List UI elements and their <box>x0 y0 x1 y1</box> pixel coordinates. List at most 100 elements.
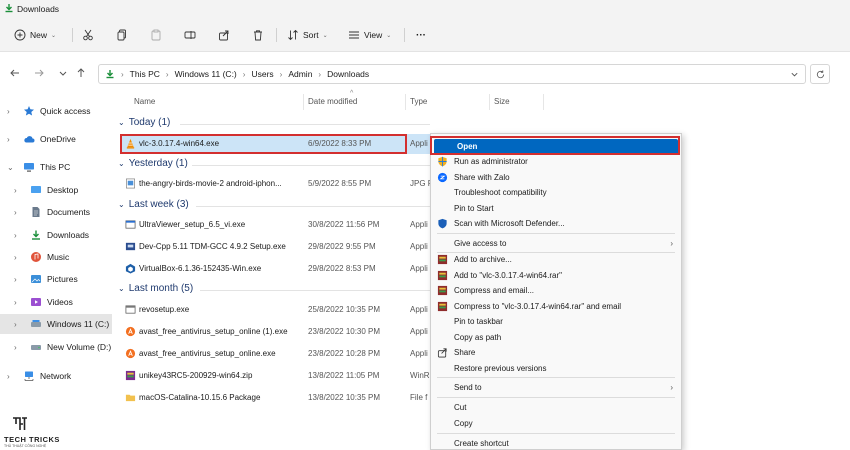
chevron-right-icon[interactable]: › <box>14 231 24 240</box>
rename-icon <box>184 31 196 39</box>
file-row-macos-catalina[interactable]: macOS-Catalina-10.15.6 Package 13/8/2022… <box>120 388 432 408</box>
file-row-ultraviewer[interactable]: UltraViewer_setup_6.5_vi.exe 30/8/2022 1… <box>120 215 432 235</box>
chevron-down-icon: ⌄ <box>322 32 328 39</box>
view-button[interactable]: View ⌄ <box>348 27 391 43</box>
menu-separator <box>437 377 675 378</box>
file-row-avast-1[interactable]: avast_free_antivirus_setup_online (1).ex… <box>120 322 432 342</box>
menu-item-restore-previous-versions[interactable]: Restore previous versions <box>431 361 681 377</box>
menu-item-troubleshoot-compatibility[interactable]: Troubleshoot compatibility <box>431 185 681 201</box>
image-file-icon <box>126 178 135 189</box>
menu-item-open[interactable]: Open <box>434 139 678 155</box>
defender-shield-icon <box>438 219 447 229</box>
menu-item-share[interactable]: Share <box>431 345 681 361</box>
cut-button[interactable] <box>82 27 94 43</box>
column-divider[interactable] <box>489 94 490 110</box>
sidebar-item-windows-c[interactable]: › Windows 11 (C:) <box>0 314 112 334</box>
menu-item-scan-with-defender[interactable]: Scan with Microsoft Defender... <box>431 216 681 232</box>
sidebar-item-new-volume-d[interactable]: › New Volume (D:) <box>0 337 112 357</box>
chevron-right-icon[interactable]: › <box>14 186 24 195</box>
breadcrumb-users[interactable]: Users <box>251 69 273 79</box>
chevron-right-icon[interactable]: › <box>7 135 17 144</box>
forward-arrow-icon[interactable] <box>32 66 46 80</box>
menu-item-pin-to-start[interactable]: Pin to Start <box>431 201 681 217</box>
file-row-angry-birds[interactable]: the-angry-birds-movie-2 android-iphon...… <box>120 174 432 194</box>
menu-item-add-to-rar[interactable]: Add to "vlc-3.0.17.4-win64.rar" <box>431 268 681 284</box>
group-divider <box>192 165 430 166</box>
column-date-modified[interactable]: Date modified <box>308 97 357 106</box>
chevron-right-icon[interactable]: › <box>7 107 17 116</box>
column-divider[interactable] <box>303 94 304 110</box>
copy-button[interactable] <box>116 27 128 43</box>
back-arrow-icon[interactable] <box>8 66 22 80</box>
new-button[interactable]: New ⌄ <box>14 27 56 43</box>
file-type: Appli <box>410 327 428 336</box>
menu-item-add-to-archive[interactable]: Add to archive... <box>431 252 681 268</box>
up-arrow-icon[interactable] <box>74 66 88 80</box>
column-size[interactable]: Size <box>494 97 510 106</box>
file-row-vlc[interactable]: vlc-3.0.17.4-win64.exe 6/9/2022 8:33 PM … <box>120 134 432 154</box>
menu-item-compress-and-email[interactable]: Compress and email... <box>431 283 681 299</box>
refresh-button[interactable] <box>810 64 830 84</box>
sidebar-item-onedrive[interactable]: › OneDrive <box>0 129 112 149</box>
column-divider[interactable] <box>543 94 544 110</box>
sidebar-item-network[interactable]: › Network <box>0 366 112 386</box>
menu-item-create-shortcut[interactable]: Create shortcut <box>431 436 681 450</box>
paste-button[interactable] <box>150 27 162 43</box>
breadcrumb-admin[interactable]: Admin <box>288 69 312 79</box>
menu-item-compress-to-rar-and-email[interactable]: Compress to "vlc-3.0.17.4-win64.rar" and… <box>431 299 681 315</box>
vlc-cone-icon <box>126 138 135 149</box>
chevron-right-icon[interactable]: › <box>14 320 24 329</box>
share-button[interactable] <box>218 27 230 43</box>
window-title: Downloads <box>17 4 60 14</box>
chevron-right-icon[interactable]: › <box>14 298 24 307</box>
chevron-right-icon[interactable]: › <box>14 343 24 352</box>
sidebar-item-documents[interactable]: › Documents <box>0 202 112 222</box>
chevron-down-icon[interactable] <box>56 66 70 80</box>
group-header-yesterday[interactable]: ⌄ Yesterday (1) <box>118 158 188 169</box>
sidebar-item-downloads[interactable]: › Downloads <box>0 225 112 245</box>
chevron-down-icon[interactable] <box>790 70 799 79</box>
column-name[interactable]: Name <box>134 97 155 106</box>
chevron-right-icon[interactable]: › <box>7 372 17 381</box>
file-row-avast-2[interactable]: avast_free_antivirus_setup_online.exe 23… <box>120 344 432 364</box>
menu-item-pin-to-taskbar[interactable]: Pin to taskbar <box>431 314 681 330</box>
file-row-virtualbox[interactable]: VirtualBox-6.1.36-152435-Win.exe 29/8/20… <box>120 259 432 279</box>
group-header-today[interactable]: ⌄ Today (1) <box>118 117 170 128</box>
breadcrumb-this-pc[interactable]: This PC <box>130 69 160 79</box>
file-row-unikey[interactable]: unikey43RC5-200929-win64.zip 13/8/2022 1… <box>120 366 432 386</box>
group-header-last-week[interactable]: ⌄ Last week (3) <box>118 199 189 210</box>
menu-item-share-with-zalo[interactable]: Share with Zalo <box>431 170 681 186</box>
menu-item-give-access-to[interactable]: Give access to › <box>431 236 681 252</box>
chevron-right-icon[interactable]: › <box>14 253 24 262</box>
sidebar-item-videos[interactable]: › Videos <box>0 292 112 312</box>
more-options-button[interactable]: ··· <box>416 27 426 43</box>
sort-button[interactable]: Sort ⌄ <box>287 27 328 43</box>
delete-button[interactable] <box>252 27 264 43</box>
menu-item-copy-as-path[interactable]: Copy as path <box>431 330 681 346</box>
file-row-revosetup[interactable]: revosetup.exe 25/8/2022 10:35 PM Appli <box>120 300 432 320</box>
menu-item-run-as-administrator[interactable]: Run as administrator <box>431 154 681 170</box>
sidebar-item-this-pc[interactable]: ⌄ This PC <box>0 157 112 177</box>
menu-item-copy[interactable]: Copy <box>431 416 681 432</box>
cloud-icon <box>24 136 35 143</box>
breadcrumb-windows-c[interactable]: Windows 11 (C:) <box>175 69 237 79</box>
share-icon <box>219 30 229 41</box>
sidebar-item-music[interactable]: › Music <box>0 247 112 267</box>
sidebar-item-pictures[interactable]: › Pictures <box>0 269 112 289</box>
chevron-right-icon[interactable]: › <box>14 208 24 217</box>
breadcrumb-downloads[interactable]: Downloads <box>327 69 369 79</box>
column-divider[interactable] <box>405 94 406 110</box>
address-bar[interactable]: › This PC › Windows 11 (C:) › Users › Ad… <box>98 64 806 84</box>
rename-button[interactable] <box>184 27 196 43</box>
downloads-icon <box>32 230 40 240</box>
file-row-dev-cpp[interactable]: Dev-Cpp 5.11 TDM-GCC 4.9.2 Setup.exe 29/… <box>120 237 432 257</box>
chevron-right-icon[interactable]: › <box>14 275 24 284</box>
sidebar-item-quick-access[interactable]: › Quick access <box>0 101 112 121</box>
menu-item-cut[interactable]: Cut <box>431 400 681 416</box>
menu-item-send-to[interactable]: Send to › <box>431 380 681 396</box>
file-type: Appli <box>410 220 428 229</box>
group-header-last-month[interactable]: ⌄ Last month (5) <box>118 283 193 294</box>
chevron-down-icon[interactable]: ⌄ <box>7 163 17 172</box>
sidebar-item-desktop[interactable]: › Desktop <box>0 180 112 200</box>
column-type[interactable]: Type <box>410 97 427 106</box>
